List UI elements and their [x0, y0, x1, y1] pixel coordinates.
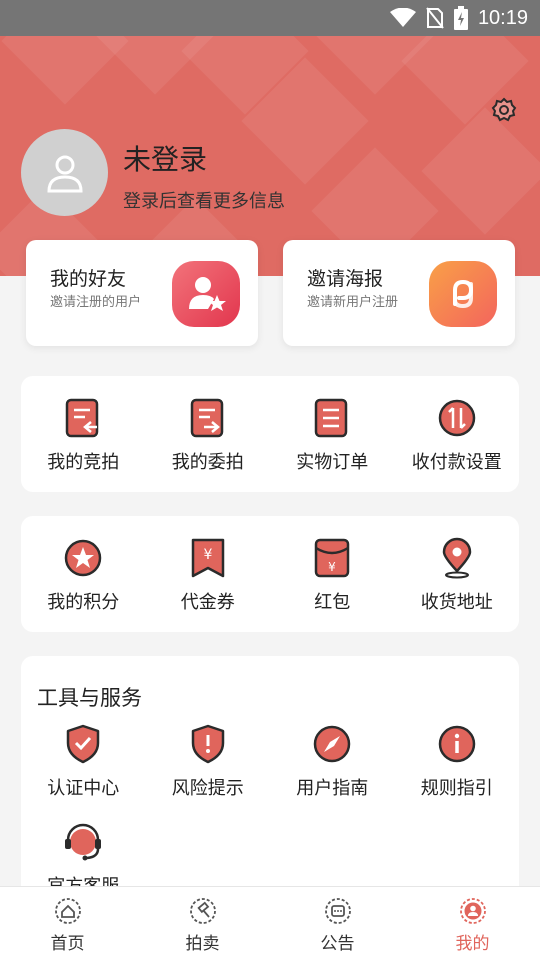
tools-card: 工具与服务 认证中心 风险提示 用户指南 规则指引 [21, 656, 519, 906]
red-envelope-label: 红包 [314, 592, 351, 613]
gavel-icon [189, 898, 216, 924]
red-envelope-icon: ¥ [312, 538, 352, 578]
avatar[interactable] [21, 129, 108, 216]
user-placeholder-icon [46, 155, 83, 192]
vouchers-label: 代金券 [180, 592, 235, 613]
compass-icon [312, 724, 352, 764]
tab-announcements-label: 公告 [320, 934, 355, 954]
vouchers-item[interactable]: ¥ 代金券 [146, 538, 271, 614]
voucher-icon: ¥ [188, 538, 228, 578]
shield-alert-icon [188, 724, 228, 764]
status-time: 10:19 [477, 6, 528, 29]
invite-poster-card[interactable]: 邀请海报 邀请新用户注册 [283, 240, 515, 346]
promo-title: 我的好友 [50, 268, 127, 290]
promo-subtitle: 邀请新用户注册 [307, 295, 399, 310]
login-hint: 登录后查看更多信息 [123, 191, 285, 212]
svg-text:¥: ¥ [203, 547, 212, 563]
tab-home-label: 首页 [50, 934, 85, 954]
my-points-item[interactable]: 我的积分 [21, 538, 146, 614]
tab-auction[interactable]: 拍卖 [135, 887, 270, 960]
my-points-label: 我的积分 [47, 592, 120, 613]
physical-orders-item[interactable]: 实物订单 [270, 398, 395, 474]
tab-home[interactable]: 首页 [0, 887, 135, 960]
promo-subtitle: 邀请注册的用户 [50, 295, 142, 310]
verification-center-label: 认证中心 [47, 778, 120, 799]
my-consignments-label: 我的委拍 [171, 452, 244, 473]
transfer-icon [437, 398, 477, 438]
tab-announcements[interactable]: 公告 [270, 887, 405, 960]
tools-title: 工具与服务 [37, 686, 142, 710]
status-bar: 10:19 [0, 0, 540, 36]
consign-doc-icon [188, 398, 228, 438]
red-envelope-item[interactable]: ¥ 红包 [270, 538, 395, 614]
verification-center-item[interactable]: 认证中心 [21, 724, 146, 800]
orders-card: 我的竞拍 我的委拍 实物订单 收付款设置 [21, 376, 519, 492]
share-link-icon [429, 261, 497, 327]
user-guide-label: 用户指南 [296, 778, 369, 799]
tab-auction-label: 拍卖 [185, 934, 220, 954]
bid-doc-icon [63, 398, 103, 438]
tab-mine-label: 我的 [455, 934, 490, 954]
my-consignments-item[interactable]: 我的委拍 [146, 398, 271, 474]
my-friends-card[interactable]: 我的好友 邀请注册的用户 [26, 240, 258, 346]
order-doc-icon [312, 398, 352, 438]
risk-notice-label: 风险提示 [171, 778, 244, 799]
star-badge-icon [63, 538, 103, 578]
friends-icon [172, 261, 240, 327]
my-bids-item[interactable]: 我的竞拍 [21, 398, 146, 474]
login-status-title[interactable]: 未登录 [123, 138, 207, 178]
shipping-address-item[interactable]: 收货地址 [395, 537, 520, 614]
battery-charging-icon [453, 6, 468, 30]
rules-guide-item[interactable]: 规则指引 [395, 724, 520, 800]
no-sim-icon [426, 7, 444, 29]
bottom-tab-bar: 首页 拍卖 公告 我的 [0, 886, 540, 960]
user-guide-item[interactable]: 用户指南 [270, 724, 395, 800]
shield-check-icon [63, 724, 103, 764]
headset-icon [63, 822, 103, 862]
wallet-card: 我的积分 ¥ 代金券 ¥ 红包 收货地址 [21, 516, 519, 632]
shipping-address-label: 收货地址 [420, 592, 493, 613]
svg-text:¥: ¥ [328, 560, 336, 574]
info-icon [437, 724, 477, 764]
home-icon [54, 898, 81, 924]
settings-gear-icon[interactable] [490, 96, 518, 124]
announcement-icon [324, 898, 351, 924]
my-bids-label: 我的竞拍 [47, 452, 120, 473]
wifi-icon [389, 8, 416, 27]
payment-settings-label: 收付款设置 [411, 452, 502, 473]
payment-settings-item[interactable]: 收付款设置 [395, 398, 520, 474]
location-pin-icon [437, 537, 477, 579]
risk-notice-item[interactable]: 风险提示 [146, 724, 271, 800]
tab-mine[interactable]: 我的 [405, 887, 540, 960]
profile-icon [459, 898, 486, 924]
promo-title: 邀请海报 [307, 268, 384, 290]
physical-orders-label: 实物订单 [296, 452, 369, 473]
rules-guide-label: 规则指引 [420, 778, 493, 799]
